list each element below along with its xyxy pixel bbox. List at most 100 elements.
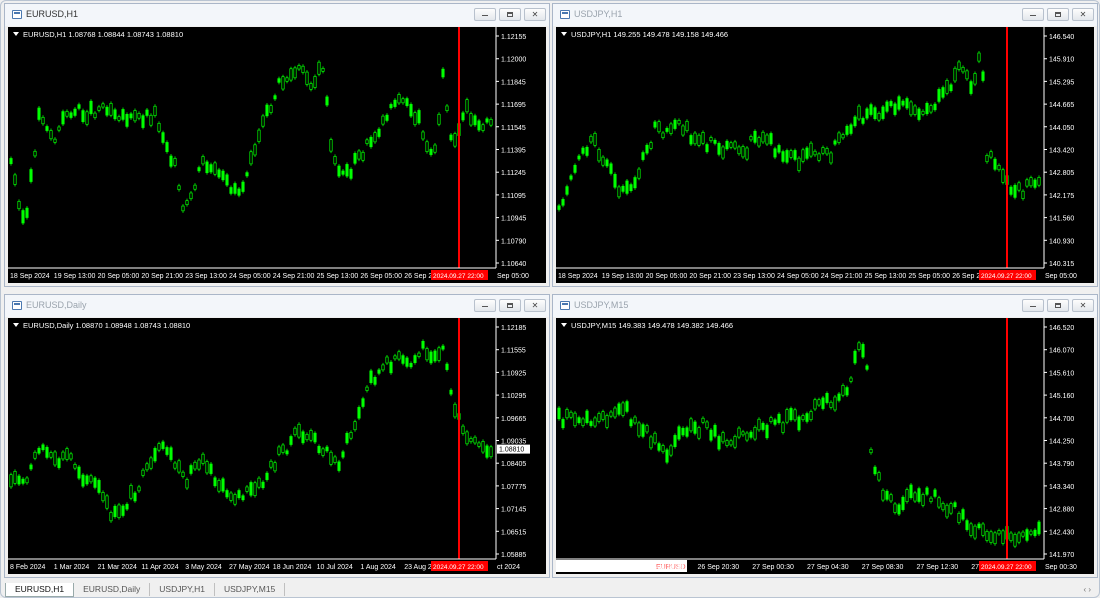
tab-scroll-arrows[interactable]: ‹ › (1083, 585, 1091, 594)
restore-button[interactable] (1047, 8, 1069, 21)
candle (405, 357, 409, 367)
candle (417, 352, 421, 357)
candle (681, 125, 685, 136)
tab-usdjpy-h1[interactable]: USDJPY,H1 (150, 583, 215, 596)
candle (1009, 186, 1013, 195)
candle (321, 448, 325, 456)
candle (621, 185, 625, 192)
candle (989, 151, 993, 158)
chart-canvas[interactable]: EURUSD,Daily 1.08870 1.08948 1.08743 1.0… (8, 318, 546, 574)
candle (229, 492, 233, 501)
candle (397, 351, 401, 360)
candle (693, 421, 697, 434)
chart-window-icon (12, 301, 22, 310)
restore-button[interactable] (499, 8, 521, 21)
minimize-button[interactable] (474, 8, 496, 21)
candle (933, 103, 937, 111)
chart-window-eurusd-daily[interactable]: EURUSD,Daily ✕ EURUSD,Daily 1.08870 1.08… (4, 294, 550, 578)
minimize-button[interactable] (1022, 8, 1044, 21)
candle (309, 430, 313, 441)
candle (389, 361, 393, 374)
time-label-end: Sep 05:00 (497, 273, 529, 280)
price-chart[interactable]: EURUSD,Daily 1.08870 1.08948 1.08743 1.0… (8, 318, 546, 574)
close-button[interactable]: ✕ (1072, 299, 1094, 312)
candle (161, 132, 165, 143)
candle (665, 127, 669, 132)
candle (913, 492, 917, 502)
candle (625, 401, 629, 412)
time-label: 20 Sep 21:00 (141, 273, 183, 280)
candle (377, 128, 381, 137)
window-title: EURUSD,H1 (26, 9, 79, 19)
candle (1009, 532, 1013, 542)
price-chart[interactable]: USDJPY,M15 149.383 149.478 149.382 149.4… (556, 318, 1094, 574)
candle (213, 477, 217, 487)
candle (261, 481, 265, 489)
time-label: 11 Apr 2024 (141, 564, 178, 571)
candle (261, 115, 265, 127)
candle (737, 427, 741, 438)
candle (29, 169, 33, 182)
candle (665, 449, 669, 463)
time-label: 8 Feb 2024 (10, 564, 46, 571)
price-chart[interactable]: USDJPY,H1 149.255 149.478 149.158 149.46… (556, 27, 1094, 283)
candle (789, 408, 793, 421)
candle (345, 164, 349, 177)
candle (641, 152, 645, 160)
chart-window-usdjpy-m15[interactable]: USDJPY,M15 ✕ USDJPY,M15 149.383 149.478 … (552, 294, 1098, 578)
time-label: 18 Jun 2024 (273, 564, 312, 571)
price-label: 143.340 (1049, 484, 1074, 491)
window-titlebar[interactable]: USDJPY,M15 ✕ (553, 295, 1097, 317)
chart-header-quote: EURUSD,Daily 1.08870 1.08948 1.08743 1.0… (23, 321, 190, 330)
candle (669, 123, 673, 134)
candle (617, 186, 621, 198)
candle (865, 108, 869, 119)
tab-eurusd-h1[interactable]: EURUSD,H1 (5, 583, 75, 597)
price-label: 1.07145 (501, 507, 526, 514)
candle (405, 98, 409, 106)
minimize-button[interactable] (1022, 299, 1044, 312)
restore-button[interactable] (1047, 299, 1069, 312)
chart-canvas[interactable]: USDJPY,M15 149.383 149.478 149.382 149.4… (556, 318, 1094, 574)
candle (37, 107, 41, 120)
candle (425, 348, 429, 361)
chart-window-usdjpy-h1[interactable]: USDJPY,H1 ✕ USDJPY,H1 149.255 149.478 14… (552, 3, 1098, 287)
candle (117, 116, 121, 121)
candle (349, 432, 353, 439)
window-titlebar[interactable]: EURUSD,Daily ✕ (5, 295, 549, 317)
price-label: 1.11095 (501, 193, 526, 200)
minimize-button[interactable] (474, 299, 496, 312)
candle (273, 462, 277, 472)
candle (1013, 534, 1017, 547)
price-label: 142.175 (1049, 193, 1074, 200)
candle (473, 115, 477, 126)
time-label: 20 Sep 05:00 (98, 273, 140, 280)
candle (981, 71, 985, 81)
candle (397, 94, 401, 104)
candle (81, 474, 85, 487)
candle (101, 103, 105, 108)
candle (801, 149, 805, 162)
candle (785, 150, 789, 163)
close-button[interactable]: ✕ (1072, 8, 1094, 21)
window-titlebar[interactable]: USDJPY,H1 ✕ (553, 4, 1097, 26)
restore-button[interactable] (499, 299, 521, 312)
candle (609, 163, 613, 174)
candle (741, 431, 745, 436)
price-chart[interactable]: EURUSD,H1 1.08768 1.08844 1.08743 1.0881… (8, 27, 546, 283)
candle (933, 489, 937, 497)
candle (45, 446, 49, 458)
chart-window-eurusd-h1[interactable]: EURUSD,H1 ✕ EURUSD,H1 1.08768 1.08844 1.… (4, 3, 550, 287)
candle (337, 461, 341, 471)
tab-usdjpy-m15[interactable]: USDJPY,M15 (214, 583, 286, 596)
window-titlebar[interactable]: EURUSD,H1 ✕ (5, 4, 549, 26)
price-label: 1.11695 (501, 102, 526, 109)
candle (317, 61, 321, 75)
close-button[interactable]: ✕ (524, 8, 546, 21)
chart-canvas[interactable]: EURUSD,H1 1.08768 1.08844 1.08743 1.0881… (8, 27, 546, 283)
close-button[interactable]: ✕ (524, 299, 546, 312)
candle (805, 147, 809, 159)
chart-canvas[interactable]: USDJPY,H1 149.255 149.478 149.158 149.46… (556, 27, 1094, 283)
tab-eurusd-daily[interactable]: EURUSD,Daily (74, 583, 151, 596)
candle (409, 363, 413, 368)
